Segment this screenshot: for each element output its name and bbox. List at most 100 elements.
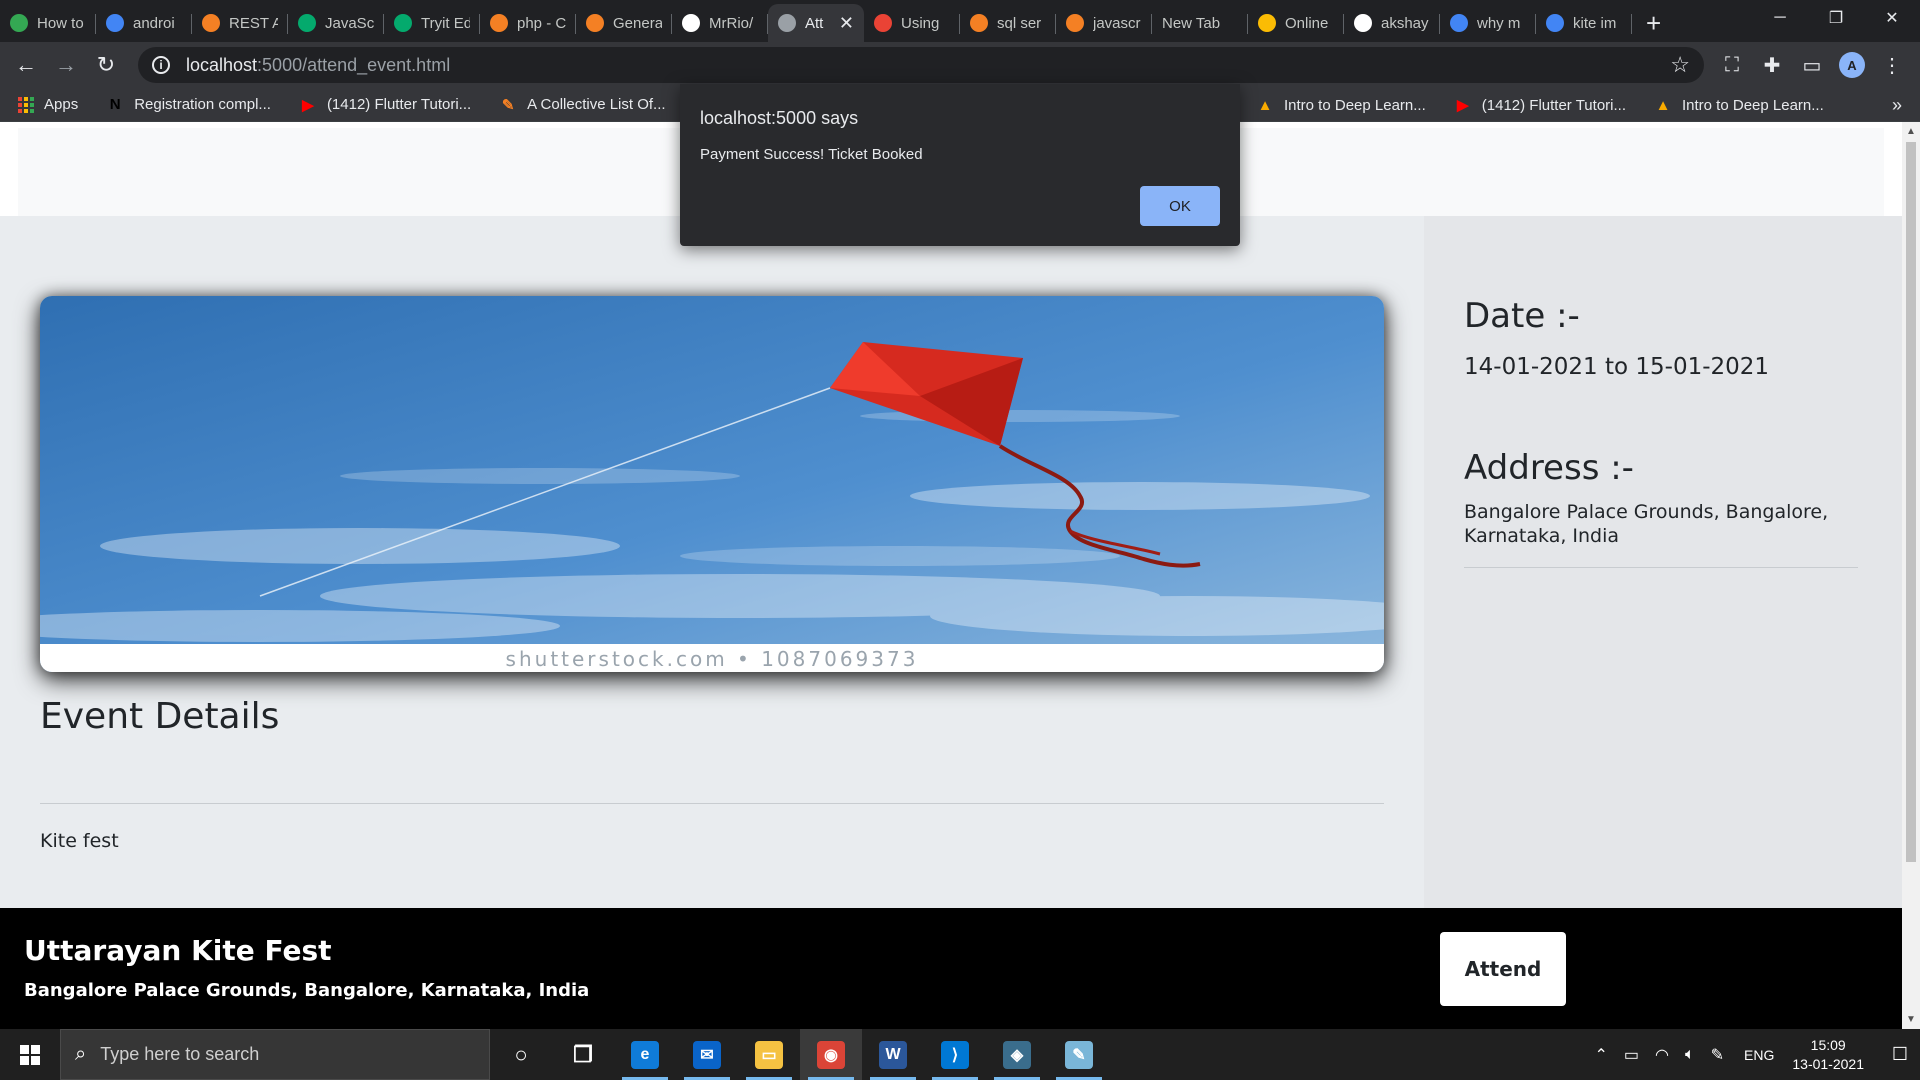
profile-button[interactable]: A	[1832, 46, 1872, 84]
browser-tab[interactable]: Tryit Ed	[384, 4, 480, 42]
bookmark-star-icon[interactable]: ☆	[1670, 52, 1690, 78]
google-icon	[1450, 14, 1468, 32]
wifi-icon[interactable]: ◠	[1655, 1045, 1669, 1065]
taskbar-app[interactable]: ◉	[800, 1029, 862, 1080]
browser-tab[interactable]: New Tab	[1152, 4, 1248, 42]
cast-icon[interactable]: ▭	[1792, 46, 1832, 84]
notepad-icon: ✎	[1065, 1040, 1093, 1069]
stackoverflow-icon	[1066, 14, 1084, 32]
forward-arrow-icon[interactable]: →	[46, 45, 86, 85]
browser-tab[interactable]: why m	[1440, 4, 1536, 42]
event-page: shutterstock.com • 1087069373 Event Deta…	[0, 216, 1902, 908]
attend-button[interactable]: Attend	[1440, 932, 1566, 1006]
bookmarks-right: ▲ Intro to Deep Learn... ▶ (1412) Flutter T…	[1256, 88, 1852, 122]
language-indicator[interactable]: ENG	[1744, 1047, 1774, 1063]
taskbar-app[interactable]: ✎	[1048, 1029, 1110, 1080]
tab-title: Using	[901, 14, 940, 32]
browser-tab[interactable]: Att ✕	[768, 4, 864, 42]
back-arrow-icon[interactable]: ←	[6, 45, 46, 85]
bookmark-label: (1412) Flutter Tutori...	[326, 96, 472, 113]
browser-tab[interactable]: androi	[96, 4, 192, 42]
extensions-puzzle-icon[interactable]: ✚	[1752, 46, 1792, 84]
ok-button[interactable]: OK	[1140, 186, 1220, 226]
bookmark-item[interactable]: ▶ (1412) Flutter Tutori...	[299, 96, 471, 114]
scroll-up-icon[interactable]: ▲	[1906, 126, 1916, 137]
screenshot-extension-icon[interactable]: ⛶	[1712, 46, 1752, 84]
browser-tab[interactable]: javascr	[1056, 4, 1152, 42]
tab-list: How to androi REST A JavaSc Tryit Ed php - C G…	[0, 0, 1632, 42]
chevron-up-icon[interactable]: ⌃	[1595, 1045, 1608, 1065]
browser-tab-strip: How to androi REST A JavaSc Tryit Ed php - C G…	[0, 0, 1920, 42]
reload-icon[interactable]: ↻	[86, 45, 126, 85]
minimize-icon[interactable]: ─	[1752, 0, 1808, 36]
bookmark-label: Registration compl...	[134, 96, 271, 113]
search-placeholder: Type here to search	[100, 1044, 260, 1064]
browser-tab[interactable]: Using	[864, 4, 960, 42]
taskbar-app[interactable]: ▭	[738, 1029, 800, 1080]
dialog-message: Payment Success! Ticket Booked	[700, 146, 923, 163]
site-info-icon[interactable]: i	[152, 56, 170, 74]
gmail-icon	[874, 14, 892, 32]
github-icon	[1354, 14, 1372, 32]
browser-tab[interactable]: kite im	[1536, 4, 1632, 42]
pen-icon[interactable]: ✎	[1711, 1045, 1724, 1065]
slides-icon	[1258, 14, 1276, 32]
menu-kebab-icon[interactable]: ⋮	[1872, 46, 1912, 84]
tab-title: JavaSc	[325, 14, 374, 32]
battery-icon[interactable]: ▭	[1624, 1045, 1639, 1065]
address-bar[interactable]: i localhost:5000/attend_event.html ☆	[138, 47, 1704, 83]
new-tab-button[interactable]: +	[1646, 4, 1661, 42]
browser-tab[interactable]: REST A	[192, 4, 288, 42]
taskbar-app[interactable]: W	[862, 1029, 924, 1080]
taskbar-app[interactable]: ⟩	[924, 1029, 986, 1080]
scrollbar-thumb[interactable]	[1906, 142, 1916, 862]
page-scrollbar[interactable]: ▲ ▼	[1902, 122, 1920, 1029]
clock[interactable]: 15:09 13-01-2021	[1792, 1036, 1864, 1074]
bookmark-item[interactable]: ▲ Intro to Deep Learn...	[1256, 96, 1426, 114]
leaf-icon	[10, 14, 28, 32]
bookmark-item[interactable]: ▶ (1412) Flutter Tutori...	[1454, 96, 1626, 115]
bookmark-item[interactable]: ✎ A Collective List Of...	[499, 96, 666, 114]
browser-tab[interactable]: php - C	[480, 4, 576, 42]
vscode-icon: ⟩	[941, 1040, 969, 1069]
stackoverflow-icon	[970, 14, 988, 32]
volume-icon[interactable]: 🔈︎	[1685, 1046, 1695, 1064]
task-view-icon: ❐	[573, 1041, 593, 1067]
event-title: Uttarayan Kite Fest	[24, 934, 332, 967]
scroll-down-icon[interactable]: ▼	[1906, 1014, 1916, 1025]
start-button[interactable]	[0, 1029, 60, 1080]
restore-icon[interactable]: ❐	[1808, 0, 1864, 36]
browser-tab[interactable]: How to	[0, 4, 96, 42]
flame-icon: ▲	[1257, 96, 1273, 114]
taskbar-app[interactable]: e	[614, 1029, 676, 1080]
close-tab-icon[interactable]: ✕	[839, 13, 854, 34]
browser-tab[interactable]: sql ser	[960, 4, 1056, 42]
event-footer-bar: Uttarayan Kite Fest Bangalore Palace Gro…	[0, 908, 1902, 1029]
bookmark-item[interactable]: Apps	[18, 96, 78, 113]
taskbar-search[interactable]: ⌕ Type here to search	[60, 1029, 490, 1080]
tab-title: REST A	[229, 14, 278, 32]
address-label: Address :-	[1464, 448, 1634, 488]
stackoverflow-icon	[490, 14, 508, 32]
event-details-heading: Event Details	[40, 696, 280, 737]
browser-tab[interactable]: akshay	[1344, 4, 1440, 42]
taskbar-app[interactable]: ◈	[986, 1029, 1048, 1080]
tab-title: How to	[37, 14, 84, 32]
taskbar-app[interactable]: ○	[490, 1029, 552, 1080]
browser-tab[interactable]: MrRio/	[672, 4, 768, 42]
stackoverflow-icon	[202, 14, 220, 32]
browser-tab[interactable]: JavaSc	[288, 4, 384, 42]
browser-tab[interactable]: Genera	[576, 4, 672, 42]
w3schools-icon	[298, 14, 316, 32]
taskbar-app[interactable]: ✉	[676, 1029, 738, 1080]
event-description: Kite fest	[40, 830, 119, 852]
stackoverflow-icon	[586, 14, 604, 32]
browser-tab[interactable]: Online	[1248, 4, 1344, 42]
more-bookmarks-icon[interactable]: »	[1892, 88, 1902, 122]
notification-icon[interactable]: ☐	[1880, 1029, 1920, 1080]
bookmark-item[interactable]: N Registration compl...	[106, 96, 271, 114]
bookmark-item[interactable]: ▲ Intro to Deep Learn...	[1654, 96, 1824, 114]
close-window-icon[interactable]: ✕	[1864, 0, 1920, 36]
tab-separator	[1631, 14, 1632, 34]
taskbar-app[interactable]: ❐	[552, 1029, 614, 1080]
